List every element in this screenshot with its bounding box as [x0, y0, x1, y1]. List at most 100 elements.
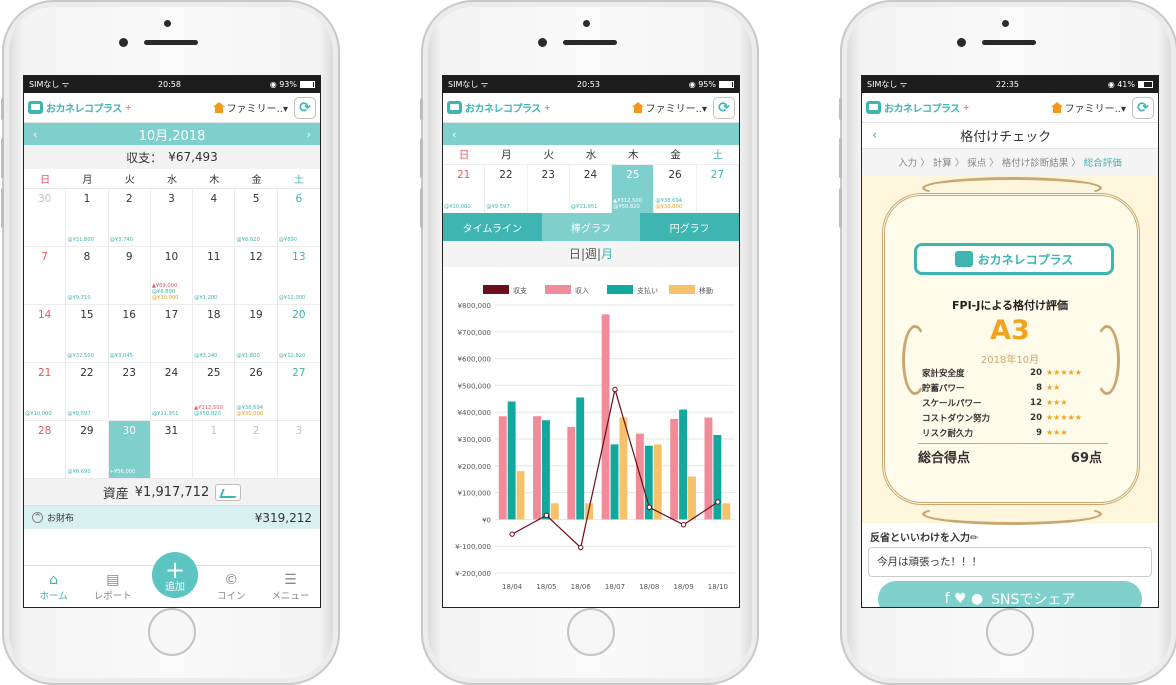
family-selector[interactable]: ファミリー..▾: [1050, 100, 1126, 115]
calendar-day[interactable]: 24 @¥11,951: [150, 363, 194, 421]
breadcrumb-item[interactable]: 入力: [898, 155, 917, 169]
clock: 22:35: [995, 80, 1019, 89]
calendar-day[interactable]: 16 @¥3,045: [108, 305, 151, 363]
day-amount: +¥56,000: [109, 469, 136, 476]
calendar-day[interactable]: 2: [235, 421, 278, 479]
screen: SIMなし ᯤ 20:53 ◉ 95% おカネレコプラス + ファミリー..▾ ⟳…: [442, 75, 740, 608]
bar: [619, 417, 628, 520]
breadcrumb-item[interactable]: 総合評価: [1084, 155, 1122, 169]
calendar-day[interactable]: 12: [235, 247, 278, 305]
bar: [541, 420, 550, 520]
refresh-button[interactable]: ⟳: [1132, 96, 1154, 119]
week-day[interactable]: 22 @¥9,597: [485, 165, 528, 213]
home-button[interactable]: [567, 608, 615, 656]
weekday-label: 月: [485, 145, 528, 165]
day-amount: @¥30,000: [236, 411, 264, 418]
breadcrumb-item[interactable]: 計算: [933, 155, 952, 169]
coin-icon: ©: [224, 572, 239, 588]
tab-pie[interactable]: 円グラフ: [640, 213, 739, 241]
day-number: 28: [37, 425, 52, 437]
breadcrumb-item[interactable]: 格付け診断結果: [1002, 155, 1069, 169]
calendar-day[interactable]: 26 @¥30,000 @¥38,694: [235, 363, 278, 421]
calendar-day[interactable]: 2 @¥3,740: [108, 189, 151, 247]
calendar-day[interactable]: 23: [108, 363, 151, 421]
tab-timeline[interactable]: タイムライン: [443, 213, 542, 241]
app-logo: おカネレコプラス +: [28, 100, 132, 115]
calendar-day[interactable]: 15 @¥32,500: [66, 305, 109, 363]
calendar-day[interactable]: 19 @¥1,800: [235, 305, 278, 363]
calendar-day[interactable]: 7: [24, 247, 67, 305]
score-row: スケールパワー 12 ★★★: [922, 395, 1102, 410]
week-day[interactable]: 26 @¥30,000 @¥38,694: [654, 165, 697, 213]
period-day[interactable]: 日: [569, 247, 581, 261]
tab-label: ホーム: [39, 591, 68, 602]
period-selector: 日|週|月: [443, 241, 739, 267]
calendar-day[interactable]: 9: [108, 247, 151, 305]
weekday-label: 日: [443, 145, 486, 165]
calendar-day[interactable]: 1 @¥31,800: [66, 189, 109, 247]
wallet-row[interactable]: ^ お財布 ¥319,212: [24, 505, 320, 529]
period-month[interactable]: 月: [601, 247, 613, 261]
reflection-input[interactable]: 今月は頑張った！！！: [868, 547, 1152, 577]
week-day[interactable]: 25 @¥50,820 ▲¥312,500: [612, 165, 655, 213]
tab-item[interactable]: © コイン: [202, 566, 261, 607]
calendar-day[interactable]: 29 @¥8,690: [66, 421, 109, 479]
week-day[interactable]: 21 @¥10,000: [443, 165, 486, 213]
prev-week-button[interactable]: ‹: [452, 128, 456, 141]
calendar-day[interactable]: 17: [150, 305, 194, 363]
calendar-day[interactable]: 4: [193, 189, 236, 247]
prev-month-button[interactable]: ‹: [33, 128, 37, 141]
calendar-day[interactable]: 14: [24, 305, 67, 363]
calendar-day[interactable]: 11 @¥1,200: [193, 247, 236, 305]
calendar-day[interactable]: 3: [150, 189, 194, 247]
tab-bar[interactable]: 棒グラフ: [541, 213, 641, 241]
calendar-day[interactable]: 25 @¥50,820 ▲¥312,500: [193, 363, 236, 421]
tab-item[interactable]: ☰ メニュー: [261, 566, 320, 607]
calendar-day[interactable]: 1: [193, 421, 236, 479]
calendar-day[interactable]: 10 @¥30,000 @¥6,890 ▲¥69,000: [150, 247, 194, 305]
logo-icon: [28, 101, 43, 114]
period-week[interactable]: 週: [585, 247, 597, 261]
calendar-day[interactable]: 5 @¥8,620: [235, 189, 278, 247]
calendar-day[interactable]: 13 @¥12,000: [277, 247, 320, 305]
calendar-day[interactable]: 3: [277, 421, 320, 479]
home-button[interactable]: [148, 608, 196, 656]
day-number: 30: [37, 193, 52, 205]
refresh-button[interactable]: ⟳: [713, 96, 735, 119]
week-day[interactable]: 23: [528, 165, 570, 213]
day-amount: @¥1,200: [194, 295, 218, 302]
calendar-day[interactable]: 31: [150, 421, 194, 479]
sns-share-button[interactable]: f ♥ ● SNSでシェア: [878, 581, 1142, 607]
family-selector[interactable]: ファミリー..▾: [212, 100, 288, 115]
calendar-day[interactable]: 22 @¥9,597: [66, 363, 109, 421]
breadcrumb-item[interactable]: 採点: [967, 155, 986, 169]
tab-label: レポート: [93, 591, 132, 602]
home-button[interactable]: [986, 608, 1034, 656]
line-point: [578, 544, 584, 551]
chart-icon[interactable]: [215, 483, 242, 501]
tab-item[interactable]: ⌂ ホーム: [24, 566, 83, 607]
calendar-day[interactable]: 20 @¥12,820: [277, 305, 320, 363]
calendar-day[interactable]: 8 @¥9,710: [66, 247, 109, 305]
tab-item[interactable]: ▤ レポート: [83, 566, 142, 607]
family-selector[interactable]: ファミリー..▾: [631, 100, 707, 115]
report-icon: ▤: [106, 572, 120, 588]
calendar-day[interactable]: 21 @¥10,000: [24, 363, 67, 421]
calendar-day[interactable]: 30: [24, 189, 67, 247]
calendar-day[interactable]: 27: [277, 363, 320, 421]
add-button[interactable]: + 追加: [152, 552, 198, 598]
refresh-button[interactable]: ⟳: [294, 96, 316, 119]
calendar-day[interactable]: 30 +¥56,000: [108, 421, 151, 479]
total-value: 69点: [1070, 451, 1102, 466]
score-row: 家計安全度 20 ★★★★★: [922, 365, 1102, 380]
week-day[interactable]: 27: [697, 165, 739, 213]
weekday-label: 月: [82, 175, 93, 186]
calendar-day[interactable]: 18 @¥3,240: [193, 305, 236, 363]
next-month-button[interactable]: ›: [307, 128, 311, 141]
chevron-up-icon[interactable]: ^: [32, 512, 43, 523]
week-day[interactable]: 24 @¥11,951: [570, 165, 613, 213]
bar: [567, 426, 576, 520]
calendar-day[interactable]: 28: [24, 421, 67, 479]
calendar-day[interactable]: 6 @¥890: [277, 189, 320, 247]
breadcrumb-separator: 〉: [954, 158, 965, 169]
